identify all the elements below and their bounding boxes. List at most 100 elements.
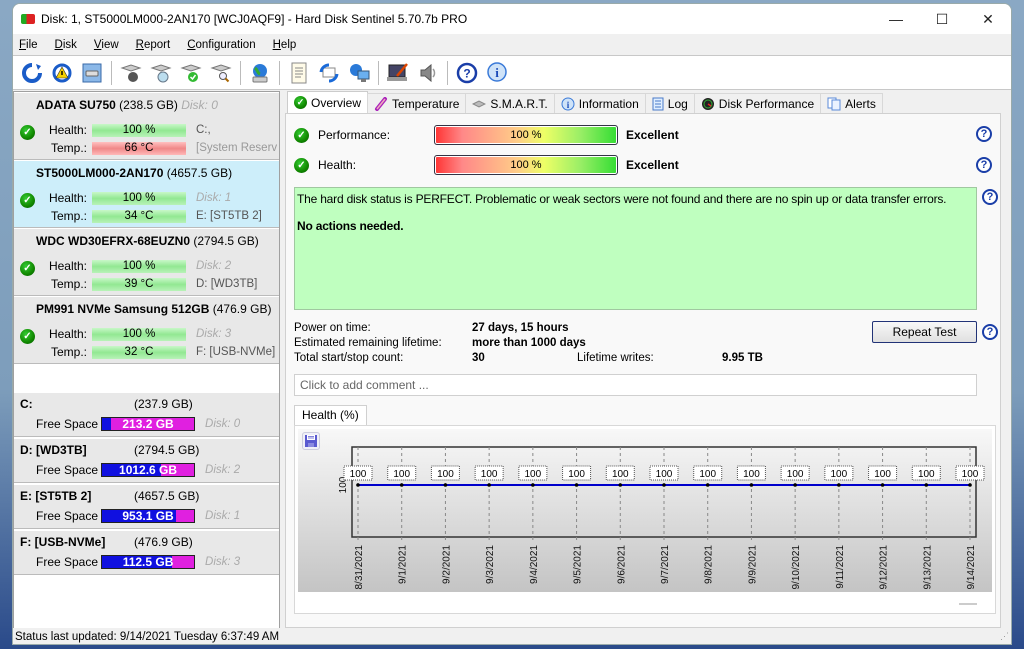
- alert-refresh-icon[interactable]: [49, 60, 75, 86]
- menu-configuration[interactable]: Configuration: [187, 39, 255, 51]
- performance-row: ✓ Performance: 100 % Excellent: [294, 125, 679, 145]
- data-point: [531, 483, 535, 487]
- temp-row: Temp.: 39 °C D: [WD3TB]: [14, 277, 257, 291]
- disk-item[interactable]: ST5000LM000-2AN170 (4657.5 GB) ✓ Health:…: [14, 160, 279, 228]
- network-disk-icon[interactable]: [247, 60, 273, 86]
- volume-item[interactable]: C: (237.9 GB) Free Space 213.2 GB Disk: …: [14, 392, 279, 437]
- x-tick-label: 9/13/2021: [922, 545, 933, 590]
- data-point: [443, 483, 448, 487]
- data-label: 100: [350, 469, 367, 480]
- toolbar-separator: [111, 60, 112, 85]
- free-space-value: 953.1 GB: [122, 509, 174, 523]
- free-space-bar: 213.2 GB: [101, 417, 196, 431]
- disk-aux-1: Disk: 3: [196, 328, 232, 340]
- disk-ok-test-icon[interactable]: [178, 60, 204, 86]
- disk-search-icon[interactable]: [208, 60, 234, 86]
- menu-view[interactable]: View: [94, 39, 119, 51]
- action-text: No actions needed.: [297, 219, 404, 233]
- health-row: Health: 100 % C:,: [14, 123, 211, 137]
- help-icon[interactable]: ?: [976, 126, 992, 142]
- health-label: Health:: [48, 327, 87, 341]
- health-bar: 100 %: [92, 191, 186, 205]
- volume-item[interactable]: E: [ST5TB 2] (4657.5 GB) Free Space 953.…: [14, 484, 279, 529]
- info-icon[interactable]: i: [484, 60, 510, 86]
- x-tick-label: 9/6/2021: [616, 545, 627, 584]
- tab-overview[interactable]: ✓ Overview: [287, 91, 369, 113]
- minimize-button[interactable]: —: [873, 4, 919, 34]
- window-title: Disk: 1, ST5000LM000-2AN170 [WCJ0AQF9] -…: [41, 12, 468, 26]
- temp-bar: 66 °C: [92, 141, 186, 155]
- thermometer-icon: [374, 96, 388, 111]
- overview-tab-content: ✓ Performance: 100 % Excellent ? ✓ Healt…: [285, 113, 1001, 628]
- menu-report[interactable]: Report: [136, 39, 171, 51]
- disk-name: ADATA SU750 (238.5 GB) Disk: 0: [36, 98, 218, 112]
- data-label: 100: [787, 469, 804, 480]
- temp-label: Temp.:: [50, 209, 87, 223]
- free-space-value: 213.2 GB: [122, 417, 174, 431]
- status-text: The hard disk status is PERFECT. Problem…: [297, 192, 947, 206]
- send-report-icon[interactable]: [316, 60, 342, 86]
- check-icon: ✓: [294, 96, 307, 109]
- svg-text:?: ?: [463, 66, 470, 80]
- data-label: 100: [918, 469, 935, 480]
- chart-scroll-handle[interactable]: [959, 603, 977, 605]
- network-icon[interactable]: [346, 60, 372, 86]
- tab-temperature[interactable]: Temperature: [367, 93, 467, 113]
- sound-icon[interactable]: [415, 60, 441, 86]
- maximize-button[interactable]: ☐: [919, 4, 965, 34]
- disk-item[interactable]: PM991 NVMe Samsung 512GB (476.9 GB) ✓ He…: [14, 296, 279, 364]
- gauge-icon: [701, 97, 715, 111]
- disk-short-test-icon[interactable]: [148, 60, 174, 86]
- refresh-icon[interactable]: [19, 60, 45, 86]
- data-label: 100: [437, 469, 454, 480]
- data-point: [749, 483, 754, 487]
- x-tick-label: 9/2/2021: [441, 545, 452, 584]
- disk-aux-1: Disk: 1: [196, 192, 232, 204]
- startstop-label: Total start/stop count:: [294, 352, 404, 364]
- comment-input[interactable]: Click to add comment ...: [294, 374, 977, 396]
- health-rating: Excellent: [626, 158, 679, 172]
- disk-item[interactable]: WDC WD30EFRX-68EUZN0 (2794.5 GB) ✓ Healt…: [14, 228, 279, 296]
- menu-help[interactable]: Help: [273, 39, 297, 51]
- disk-aux-1: Disk: 2: [196, 260, 232, 272]
- disk-surface-test-icon[interactable]: [118, 60, 144, 86]
- volume-item[interactable]: F: [USB-NVMe] (476.9 GB) Free Space 112.…: [14, 530, 279, 575]
- chart-tab-health[interactable]: Health (%): [294, 405, 367, 425]
- settings-icon[interactable]: [385, 60, 411, 86]
- disk-icon[interactable]: [79, 60, 105, 86]
- disk-aux-1: C:,: [196, 124, 211, 136]
- tab-log[interactable]: Log: [644, 93, 695, 113]
- tab-alerts[interactable]: Alerts: [820, 93, 883, 113]
- tab-disk-performance[interactable]: Disk Performance: [693, 93, 822, 113]
- menu-file[interactable]: File: [19, 39, 38, 51]
- power-on-label: Power on time:: [294, 322, 371, 334]
- data-point: [356, 483, 360, 487]
- app-logo-icon: [21, 14, 35, 24]
- resize-grip-icon[interactable]: ⋰: [1000, 631, 1009, 642]
- volume-item[interactable]: D: [WD3TB] (2794.5 GB) Free Space 1012.6…: [14, 438, 279, 483]
- close-button[interactable]: ✕: [965, 4, 1011, 34]
- free-space-label: Free Space: [36, 509, 99, 523]
- help-icon[interactable]: ?: [976, 157, 992, 173]
- startstop-value: 30: [472, 352, 485, 364]
- x-tick-label: 9/8/2021: [704, 545, 715, 584]
- help-icon[interactable]: ?: [454, 60, 480, 86]
- disk-list-panel: ADATA SU750 (238.5 GB) Disk: 0 ✓ Health:…: [13, 91, 280, 629]
- menu-disk[interactable]: Disk: [55, 39, 77, 51]
- report-icon[interactable]: [286, 60, 312, 86]
- temp-label: Temp.:: [50, 141, 87, 155]
- temp-row: Temp.: 34 °C E: [ST5TB 2]: [14, 209, 262, 223]
- tab-smart[interactable]: S.M.A.R.T.: [465, 93, 555, 113]
- help-icon[interactable]: ?: [982, 324, 998, 340]
- help-icon[interactable]: ?: [982, 189, 998, 205]
- save-icon[interactable]: [302, 432, 320, 450]
- volume-size: (237.9 GB): [134, 397, 193, 411]
- disk-item[interactable]: ADATA SU750 (238.5 GB) Disk: 0 ✓ Health:…: [14, 92, 279, 160]
- health-chart: 8/31/2021 9/1/2021 9/2/2021 9/3/2021 9/4/202…: [338, 446, 985, 590]
- x-tick-label: 9/9/2021: [747, 545, 758, 584]
- temp-label: Temp.:: [50, 345, 87, 359]
- tab-information[interactable]: i Information: [553, 93, 646, 113]
- x-tick-label: 9/11/2021: [835, 545, 846, 589]
- x-tick-label: 9/3/2021: [485, 545, 496, 584]
- repeat-test-button[interactable]: Repeat Test: [872, 321, 977, 343]
